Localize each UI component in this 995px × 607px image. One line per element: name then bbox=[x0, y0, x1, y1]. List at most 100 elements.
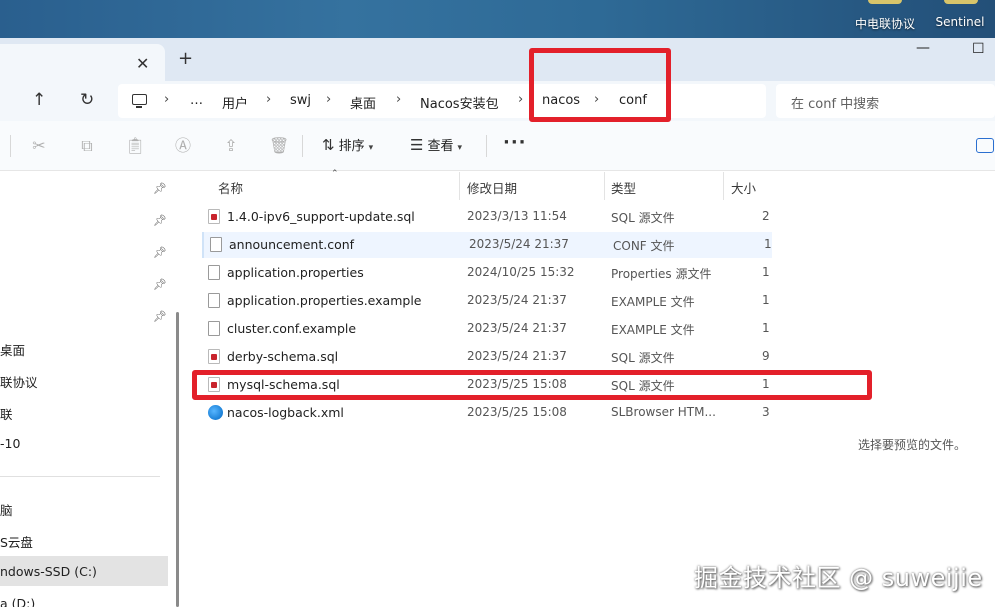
sort-icon: ⇅ bbox=[322, 136, 335, 154]
file-name: 1.4.0-ipv6_support-update.sql bbox=[227, 209, 415, 224]
share-icon[interactable]: ⇪ bbox=[221, 136, 241, 156]
paste-icon[interactable]: 📋︎ bbox=[125, 136, 145, 156]
file-type: SQL 源文件 bbox=[611, 351, 675, 365]
column-header-name[interactable]: 名称 bbox=[218, 178, 243, 197]
up-button[interactable]: ↑ bbox=[32, 90, 46, 110]
file-size: 9 bbox=[762, 349, 770, 363]
column-divider[interactable] bbox=[604, 172, 605, 200]
navigation-pane: 📌︎ 📌︎ 📌︎ 📌︎ 📌︎ 桌面 联协议 联 -10 脑 S云盘 ndows-… bbox=[0, 172, 186, 607]
cut-icon[interactable]: ✂ bbox=[29, 136, 49, 156]
sort-button[interactable]: ⇅ 排序 ▾ bbox=[322, 135, 373, 157]
rename-icon[interactable]: Ⓐ bbox=[173, 136, 193, 156]
file-name: application.properties.example bbox=[227, 293, 422, 308]
breadcrumb-swj[interactable]: swj bbox=[290, 93, 311, 108]
column-divider[interactable] bbox=[459, 172, 460, 200]
view-icon: ☰ bbox=[410, 136, 424, 154]
file-type: CONF 文件 bbox=[613, 239, 675, 253]
more-options-button[interactable]: ··· bbox=[503, 132, 527, 153]
file-size: 1 bbox=[762, 265, 770, 279]
desktop-shortcut-label: 中电联协议 bbox=[854, 17, 915, 31]
nav-item-this-pc[interactable]: 脑 bbox=[0, 500, 13, 519]
nav-item-desktop[interactable]: 桌面 bbox=[0, 340, 25, 359]
sql-file-icon bbox=[208, 349, 220, 364]
desktop-background: 中电联协议 Sentinel bbox=[0, 0, 995, 38]
file-name: derby-schema.sql bbox=[227, 349, 339, 364]
breadcrumb-nacos-installer[interactable]: Nacos安装包 bbox=[420, 93, 499, 112]
tab-conf[interactable]: ✕ bbox=[0, 44, 165, 81]
file-icon bbox=[208, 265, 220, 280]
nav-item-cloud-drive[interactable]: S云盘 bbox=[0, 532, 33, 551]
table-row[interactable]: 1.4.0-ipv6_support-update.sql 2023/3/13 … bbox=[202, 204, 772, 230]
file-size: 3 bbox=[762, 405, 770, 419]
column-header-modified[interactable]: 修改日期 bbox=[467, 178, 517, 197]
chevron-right-icon: › bbox=[396, 92, 402, 107]
pin-icon[interactable]: 📌︎ bbox=[153, 278, 167, 291]
new-tab-button[interactable]: + bbox=[178, 50, 193, 68]
file-modified: 2023/5/25 15:08 bbox=[467, 405, 567, 419]
search-placeholder: 在 conf 中搜索 bbox=[791, 97, 880, 112]
pin-icon[interactable]: 📌︎ bbox=[153, 182, 167, 195]
file-icon bbox=[208, 321, 220, 336]
nav-item-lian[interactable]: 联 bbox=[0, 404, 13, 423]
search-input[interactable]: 在 conf 中搜索 bbox=[776, 84, 995, 118]
column-divider[interactable] bbox=[723, 172, 724, 200]
chevron-right-icon: › bbox=[266, 92, 272, 107]
computer-icon bbox=[132, 94, 147, 108]
file-name: cluster.conf.example bbox=[227, 321, 357, 336]
column-header-type[interactable]: 类型 bbox=[611, 178, 636, 197]
table-row[interactable]: cluster.conf.example 2023/5/24 21:37 EXA… bbox=[202, 316, 772, 342]
refresh-button[interactable]: ↻ bbox=[80, 90, 94, 110]
sort-label: 排序 bbox=[338, 139, 365, 154]
file-name: announcement.conf bbox=[229, 237, 355, 252]
pin-icon[interactable]: 📌︎ bbox=[153, 214, 167, 227]
table-row[interactable]: derby-schema.sql 2023/5/24 21:37 SQL 源文件… bbox=[202, 344, 772, 370]
table-row[interactable]: announcement.conf 2023/5/24 21:37 CONF 文… bbox=[202, 232, 772, 258]
file-modified: 2023/3/13 11:54 bbox=[467, 209, 567, 223]
chevron-right-icon: › bbox=[518, 92, 524, 107]
folder-icon bbox=[944, 0, 978, 4]
file-size: 2 bbox=[762, 209, 770, 223]
toolbar-divider bbox=[486, 135, 487, 157]
sql-file-icon bbox=[208, 209, 220, 224]
chevron-right-icon: › bbox=[326, 92, 332, 107]
file-modified: 2023/5/24 21:37 bbox=[467, 293, 567, 307]
pin-icon[interactable]: 📌︎ bbox=[153, 246, 167, 259]
view-button[interactable]: ☰ 查看 ▾ bbox=[410, 135, 462, 157]
command-toolbar: ✂ ⧉ 📋︎ Ⓐ ⇪ 🗑︎ ⇅ 排序 ▾ ☰ 查看 ▾ ··· bbox=[0, 121, 995, 171]
file-name: nacos-logback.xml bbox=[227, 405, 344, 420]
file-name: application.properties bbox=[227, 265, 364, 280]
desktop-shortcut-zhongdianlian[interactable]: 中电联协议 bbox=[840, 0, 930, 38]
file-type: SQL 源文件 bbox=[611, 211, 675, 225]
column-header-size[interactable]: 大小 bbox=[731, 178, 756, 197]
address-row: ↑ ↻ › … 用户 › swj › 桌面 › Nacos安装包 › nacos… bbox=[0, 81, 995, 121]
nav-divider bbox=[0, 476, 160, 477]
breadcrumb-more[interactable]: … bbox=[190, 93, 203, 108]
chevron-down-icon: ▾ bbox=[368, 143, 374, 153]
chevron-right-icon: › bbox=[164, 92, 170, 107]
breadcrumb-users[interactable]: 用户 bbox=[222, 93, 248, 112]
annotation-box-path bbox=[529, 48, 671, 122]
table-row[interactable]: application.properties.example 2023/5/24… bbox=[202, 288, 772, 314]
copy-icon[interactable]: ⧉ bbox=[77, 136, 97, 156]
nav-item-protocol[interactable]: 联协议 bbox=[0, 372, 38, 391]
nav-item-10[interactable]: -10 bbox=[0, 436, 20, 451]
file-type: SLBrowser HTM... bbox=[611, 405, 716, 419]
breadcrumb-desktop[interactable]: 桌面 bbox=[350, 93, 376, 112]
desktop-shortcut-sentinel[interactable]: Sentinel bbox=[920, 0, 995, 38]
table-row[interactable]: application.properties 2024/10/25 15:32 … bbox=[202, 260, 772, 286]
file-type: EXAMPLE 文件 bbox=[611, 323, 695, 337]
maximize-button[interactable]: ☐ bbox=[972, 41, 985, 57]
folder-icon bbox=[868, 0, 902, 4]
nav-scrollbar[interactable] bbox=[176, 312, 179, 607]
nav-item-drive-c[interactable]: ndows-SSD (C:) bbox=[0, 564, 97, 579]
delete-icon[interactable]: 🗑︎ bbox=[269, 136, 289, 156]
pin-icon[interactable]: 📌︎ bbox=[153, 310, 167, 323]
nav-item-drive-d[interactable]: a (D:) bbox=[0, 596, 35, 607]
file-icon bbox=[210, 237, 222, 252]
close-icon[interactable]: ✕ bbox=[136, 54, 149, 73]
browser-file-icon bbox=[208, 405, 223, 420]
table-row[interactable]: nacos-logback.xml 2023/5/25 15:08 SLBrow… bbox=[202, 400, 772, 426]
tab-bar: ✕ + — ☐ bbox=[0, 38, 995, 81]
minimize-button[interactable]: — bbox=[916, 40, 930, 56]
details-pane-icon[interactable] bbox=[976, 138, 994, 153]
